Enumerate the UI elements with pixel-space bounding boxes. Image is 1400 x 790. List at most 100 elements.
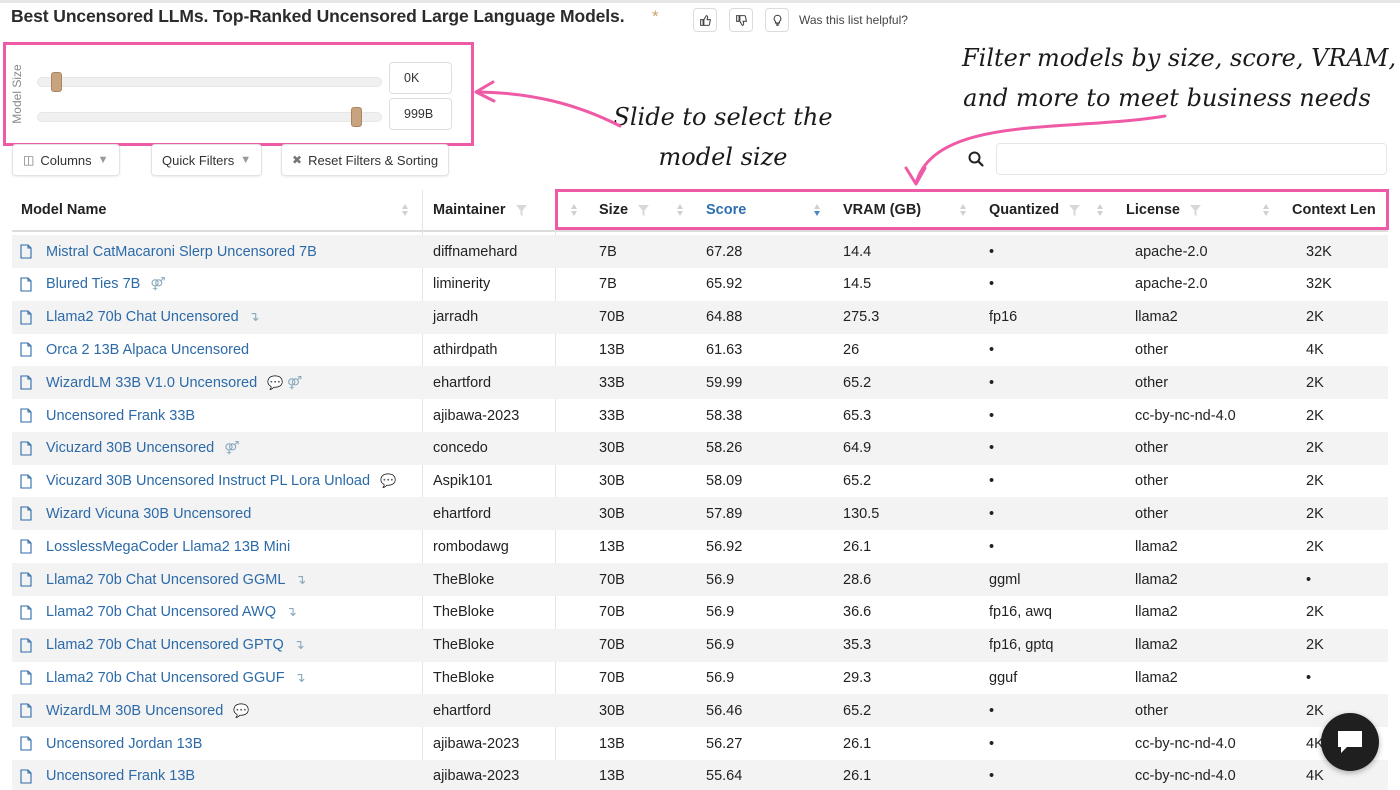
model-link[interactable]: Wizard Vicuna 30B Uncensored <box>46 506 251 522</box>
thumbs-up-button[interactable] <box>693 8 717 32</box>
model-name-cell: Uncensored Frank 33B <box>20 399 195 432</box>
context-cell: 2K <box>1306 637 1324 654</box>
quick-filters-label: Quick Filters <box>162 152 235 168</box>
context-cell: 32K <box>1306 243 1332 260</box>
model-link[interactable]: WizardLM 33B V1.0 Uncensored <box>46 375 257 391</box>
max-size-track[interactable] <box>37 112 382 122</box>
table-row[interactable]: Llama2 70b Chat Uncensored GGML ↴ TheBloke… <box>12 563 1388 596</box>
slider-annotation-line1: Slide to select the <box>613 103 833 131</box>
model-link[interactable]: Llama2 70b Chat Uncensored GPTQ <box>46 637 284 653</box>
document-icon <box>20 244 32 259</box>
table-row[interactable]: Mistral CatMacaroni Slerp Uncensored 7B d… <box>12 235 1388 268</box>
vram-cell: 275.3 <box>843 309 880 326</box>
max-size-value[interactable]: 999B <box>389 98 452 130</box>
table-row[interactable]: Llama2 70b Chat Uncensored AWQ ↴ TheBloke 7… <box>12 596 1388 629</box>
search-input[interactable] <box>996 143 1387 175</box>
table-row[interactable]: Llama2 70b Chat Uncensored GGUF ↴ TheBloke… <box>12 661 1388 694</box>
vram-cell: 14.5 <box>843 276 872 293</box>
license-cell: apache-2.0 <box>1135 243 1208 260</box>
chat-button[interactable] <box>1321 713 1379 771</box>
table-row[interactable]: Vicuzard 30B Uncensored Instruct PL Lora… <box>12 465 1388 498</box>
model-link[interactable]: Uncensored Frank 13B <box>46 768 195 784</box>
size-cell: 13B <box>599 768 625 785</box>
table-row[interactable]: Blured Ties 7B ⚤ liminerity 7B 65.92 14.5 • apa… <box>12 268 1388 301</box>
vram-cell: 65.3 <box>843 407 872 424</box>
table-row[interactable]: Wizard Vicuna 30B Uncensored ehartford 30B… <box>12 497 1388 531</box>
document-icon <box>20 375 32 390</box>
column-header-maintainer[interactable]: Maintainer <box>433 190 506 230</box>
min-size-handle[interactable] <box>51 72 62 92</box>
model-link[interactable]: Vicuzard 30B Uncensored <box>46 440 214 456</box>
license-cell: llama2 <box>1135 604 1178 621</box>
maintainer-cell: athirdpath <box>433 341 498 358</box>
model-name-cell: Uncensored Frank 13B <box>20 760 195 790</box>
search-icon <box>968 151 984 167</box>
close-icon: ✖ <box>292 153 303 167</box>
columns-button[interactable]: ◫ Columns ▼ <box>12 144 120 176</box>
table-row[interactable]: Uncensored Frank 33B ajibawa-2023 33B 58.38… <box>12 399 1388 432</box>
max-size-handle[interactable] <box>351 107 362 127</box>
maintainer-cell: TheBloke <box>433 571 495 588</box>
model-link[interactable]: Llama2 70b Chat Uncensored GGML <box>46 572 285 588</box>
table-row[interactable]: WizardLM 33B V1.0 Uncensored 💬 ⚤ ehartford… <box>12 366 1388 400</box>
table-row[interactable]: Vicuzard 30B Uncensored ⚤ concedo 30B 58.26 6… <box>12 431 1388 465</box>
model-link[interactable]: Llama2 70b Chat Uncensored <box>46 309 239 325</box>
model-link[interactable]: Orca 2 13B Alpaca Uncensored <box>46 342 249 358</box>
document-icon <box>20 605 32 620</box>
thumbs-down-icon <box>735 14 747 26</box>
model-link[interactable]: Vicuzard 30B Uncensored Instruct PL Lora… <box>46 473 370 489</box>
table-row[interactable]: Uncensored Jordan 13B ajibawa-2023 13B 56.2… <box>12 727 1388 760</box>
size-cell: 33B <box>599 407 625 424</box>
size-cell: 70B <box>599 309 625 326</box>
model-link[interactable]: Uncensored Jordan 13B <box>46 736 202 752</box>
document-icon <box>20 572 32 587</box>
vram-cell: 64.9 <box>843 440 872 457</box>
lightbulb-button[interactable] <box>765 8 789 32</box>
vram-cell: 130.5 <box>843 505 880 522</box>
thumbs-down-button[interactable] <box>729 8 753 32</box>
maintainer-cell: ajibawa-2023 <box>433 768 520 785</box>
table-row[interactable]: Llama2 70b Chat Uncensored ↴ jarradh 70B 64.… <box>12 300 1388 334</box>
document-icon <box>20 277 32 292</box>
model-link[interactable]: Mistral CatMacaroni Slerp Uncensored 7B <box>46 244 317 260</box>
column-header-model-name[interactable]: Model Name <box>21 190 106 230</box>
quantized-cell: • <box>989 538 995 555</box>
document-icon <box>20 670 32 685</box>
filter-annotation: Filter models by size, score, VRAM, and … <box>962 38 1396 118</box>
filter-icon[interactable] <box>516 205 527 216</box>
min-size-value[interactable]: 0K <box>389 62 452 94</box>
model-link[interactable]: Blured Ties 7B <box>46 276 140 292</box>
vram-cell: 26.1 <box>843 735 872 752</box>
model-link[interactable]: Uncensored Frank 33B <box>46 408 195 424</box>
document-icon <box>20 342 32 357</box>
license-cell: cc-by-nc-nd-4.0 <box>1135 407 1236 424</box>
score-cell: 61.63 <box>706 341 743 358</box>
filter-annotation-line2: and more to meet business needs <box>963 84 1371 112</box>
thumbs-up-icon <box>699 14 711 26</box>
table-row[interactable]: Orca 2 13B Alpaca Uncensored athirdpath 13… <box>12 333 1388 366</box>
maintainer-cell: TheBloke <box>433 604 495 621</box>
model-link[interactable]: LosslessMegaCoder Llama2 13B Mini <box>46 539 290 555</box>
model-link[interactable]: WizardLM 30B Uncensored <box>46 703 223 719</box>
quantized-cell: • <box>989 341 995 358</box>
model-link[interactable]: Llama2 70b Chat Uncensored GGUF <box>46 670 285 686</box>
table-row[interactable]: LosslessMegaCoder Llama2 13B Mini romboda… <box>12 530 1388 563</box>
quantized-cell: • <box>989 505 995 522</box>
maintainer-cell: ajibawa-2023 <box>433 407 520 424</box>
size-cell: 70B <box>599 571 625 588</box>
columns-label: Columns <box>40 152 92 168</box>
table-row[interactable]: Llama2 70b Chat Uncensored GPTQ ↴ TheBloke… <box>12 628 1388 662</box>
min-size-track[interactable] <box>37 77 382 87</box>
model-link[interactable]: Llama2 70b Chat Uncensored AWQ <box>46 604 276 620</box>
table-row[interactable]: WizardLM 30B Uncensored 💬 ehartford 30B 56.4… <box>12 694 1388 728</box>
quantized-cell: fp16 <box>989 309 1018 326</box>
quick-filters-button[interactable]: Quick Filters ▼ <box>151 144 263 176</box>
model-size-slider-panel: Model Size 0K 999B <box>3 42 474 146</box>
context-cell: 2K <box>1306 309 1324 326</box>
reset-filters-button[interactable]: ✖ Reset Filters & Sorting <box>281 144 450 176</box>
model-name-cell: Vicuzard 30B Uncensored Instruct PL Lora… <box>20 465 396 498</box>
table-row[interactable]: Uncensored Frank 13B ajibawa-2023 13B 55.64… <box>12 759 1388 790</box>
model-name-cell: Vicuzard 30B Uncensored ⚤ <box>20 432 239 465</box>
sort-icon[interactable] <box>401 202 409 218</box>
size-cell: 13B <box>599 735 625 752</box>
